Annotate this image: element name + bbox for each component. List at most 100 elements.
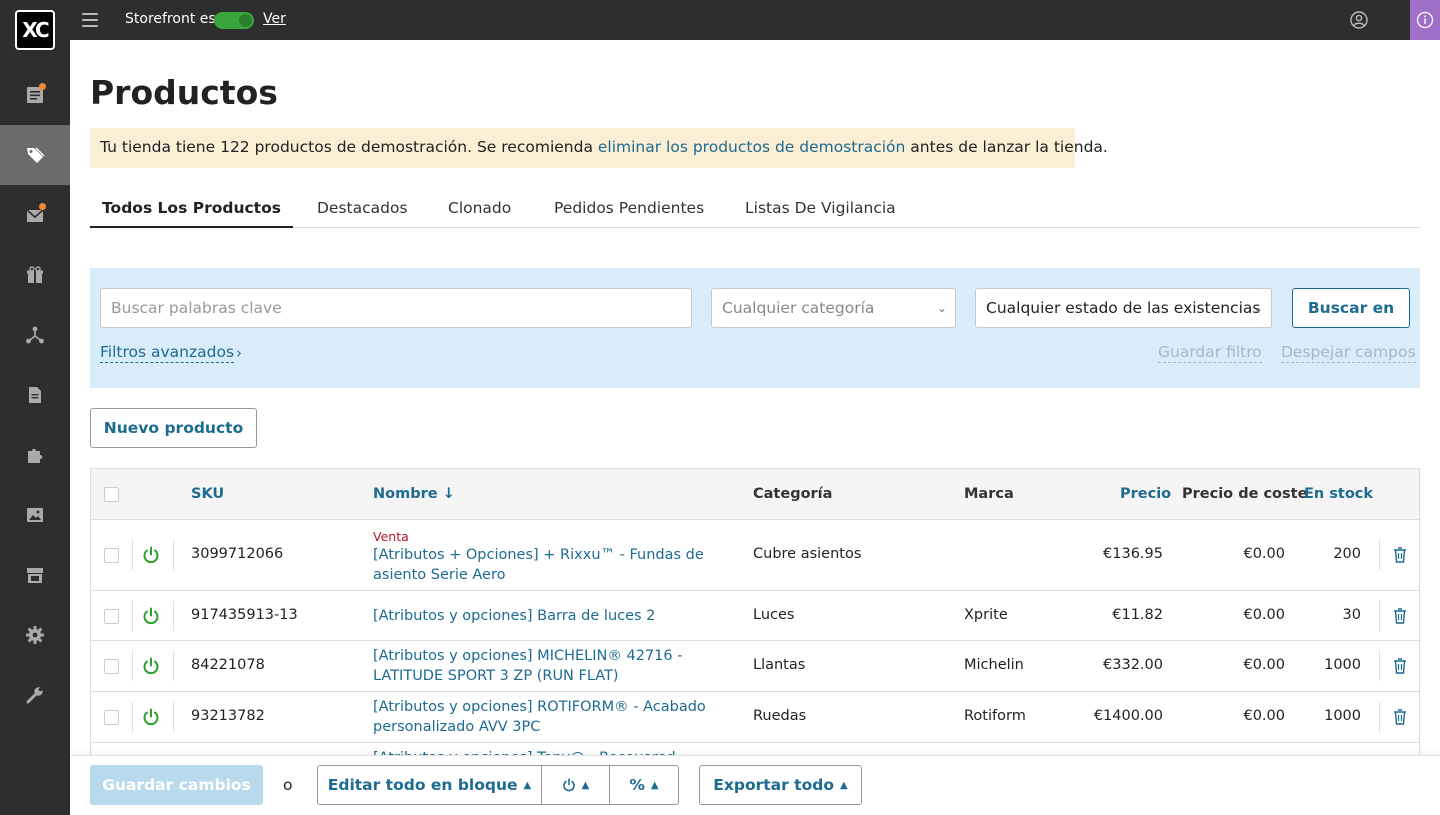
trash-icon[interactable] bbox=[1393, 658, 1407, 674]
column-stock[interactable]: En stock bbox=[1304, 486, 1373, 502]
power-toggle-icon[interactable] bbox=[142, 546, 160, 564]
row-checkbox[interactable] bbox=[104, 659, 119, 674]
wrench-icon bbox=[26, 687, 43, 704]
new-product-button[interactable]: Nuevo producto bbox=[90, 408, 257, 448]
tab-watchlists[interactable]: Listas De Vigilancia bbox=[745, 192, 896, 228]
row-cost-price[interactable]: €0.00 bbox=[1243, 657, 1285, 673]
export-all-button[interactable]: Exportar todo ▲ bbox=[699, 765, 862, 805]
keywords-search-input[interactable] bbox=[100, 288, 692, 328]
row-cost-price[interactable]: €0.00 bbox=[1243, 708, 1285, 724]
sidebar-item-messages[interactable] bbox=[0, 185, 70, 245]
sort-arrow-icon: ↓ bbox=[442, 486, 455, 502]
tag-icon bbox=[27, 147, 45, 163]
row-price[interactable]: €136.95 bbox=[1103, 546, 1163, 562]
top-bar: Storefront es Ver bbox=[0, 0, 1440, 40]
storefront-label: Storefront es bbox=[125, 11, 216, 27]
caret-up-icon: ▲ bbox=[523, 779, 532, 791]
category-select-value: Cualquier categoría bbox=[722, 299, 875, 317]
row-stock[interactable]: 200 bbox=[1333, 546, 1361, 562]
table-row: 917435913-13 [Atributos y opciones] Barr… bbox=[91, 591, 1419, 641]
sale-badge: Venta bbox=[373, 529, 409, 544]
row-product-name-link[interactable]: [Atributos y opciones] ROTIFORM® - Acaba… bbox=[373, 697, 723, 737]
row-checkbox[interactable] bbox=[104, 609, 119, 624]
xcart-logo[interactable]: XC bbox=[15, 10, 55, 50]
trash-icon[interactable] bbox=[1393, 547, 1407, 563]
bulk-actions-group: Editar todo en bloque ▲ ▲ % ▲ bbox=[317, 765, 679, 805]
column-brand: Marca bbox=[964, 486, 1014, 502]
row-price[interactable]: €11.82 bbox=[1112, 607, 1163, 623]
trash-icon[interactable] bbox=[1393, 709, 1407, 725]
column-sku[interactable]: SKU bbox=[191, 486, 224, 502]
trash-icon[interactable] bbox=[1393, 608, 1407, 624]
bulk-edit-label: Editar todo en bloque bbox=[327, 776, 518, 794]
sidebar-item-media[interactable] bbox=[0, 485, 70, 545]
category-select[interactable]: Cualquier categoría ⌄ bbox=[711, 288, 956, 328]
gift-icon bbox=[27, 266, 43, 283]
sidebar-item-integrations[interactable] bbox=[0, 305, 70, 365]
view-storefront-link[interactable]: Ver bbox=[263, 11, 286, 27]
storefront-toggle[interactable] bbox=[214, 12, 254, 29]
chevron-right-icon[interactable]: › bbox=[236, 344, 242, 362]
sidebar-item-content[interactable] bbox=[0, 365, 70, 425]
export-all-label: Exportar todo bbox=[713, 776, 834, 794]
row-divider bbox=[132, 702, 133, 732]
row-cost-price[interactable]: €0.00 bbox=[1243, 546, 1285, 562]
info-button[interactable] bbox=[1410, 0, 1440, 40]
logo-text: XC bbox=[22, 18, 49, 42]
sidebar-item-store[interactable] bbox=[0, 545, 70, 605]
row-product-name-link[interactable]: [Atributos + Opciones] + Rixxu™ - Fundas… bbox=[373, 545, 723, 585]
row-checkbox[interactable] bbox=[104, 548, 119, 563]
bulk-edit-button[interactable]: Editar todo en bloque ▲ bbox=[318, 766, 541, 804]
column-name[interactable]: Nombre ↓ bbox=[373, 486, 455, 502]
column-name-label: Nombre bbox=[373, 486, 438, 502]
tab-all-products[interactable]: Todos Los Productos bbox=[90, 192, 293, 228]
sidebar-item-settings[interactable] bbox=[0, 605, 70, 665]
sidebar-item-orders[interactable] bbox=[0, 65, 70, 125]
demo-products-notice: Tu tienda tiene 122 productos de demostr… bbox=[90, 128, 1108, 168]
row-price[interactable]: €1400.00 bbox=[1094, 708, 1163, 724]
stock-status-select[interactable]: Cualquier estado de las existencias ⌄ bbox=[975, 288, 1272, 328]
or-label: o bbox=[283, 776, 293, 794]
sidebar-item-promotions[interactable] bbox=[0, 245, 70, 305]
row-product-name-link[interactable]: [Atributos y opciones] Barra de luces 2 bbox=[373, 606, 723, 626]
bulk-discount-button[interactable]: % ▲ bbox=[610, 766, 678, 804]
tab-cloned[interactable]: Clonado bbox=[448, 192, 511, 228]
column-price[interactable]: Precio bbox=[1120, 486, 1171, 502]
tab-backorders[interactable]: Pedidos Pendientes bbox=[554, 192, 704, 228]
row-stock[interactable]: 30 bbox=[1343, 607, 1361, 623]
hamburger-menu-icon[interactable] bbox=[82, 12, 98, 28]
row-sku: 93213782 bbox=[191, 708, 265, 724]
sidebar-item-system-tools[interactable] bbox=[0, 665, 70, 725]
remove-demo-products-link[interactable]: eliminar los productos de demostración bbox=[598, 138, 906, 156]
row-category: Cubre asientos bbox=[753, 546, 862, 562]
row-stock[interactable]: 1000 bbox=[1324, 708, 1361, 724]
sidebar-item-products[interactable] bbox=[0, 125, 70, 185]
table-header: SKU Nombre ↓ Categoría Marca Precio Prec… bbox=[91, 469, 1419, 520]
row-divider bbox=[132, 601, 133, 631]
row-product-name-link[interactable]: [Atributos y opciones] MICHELIN® 42716 -… bbox=[373, 646, 723, 686]
power-toggle-icon[interactable] bbox=[142, 708, 160, 726]
row-category: Ruedas bbox=[753, 708, 807, 724]
row-sku: 84221078 bbox=[191, 657, 265, 673]
save-filter-link[interactable]: Guardar filtro bbox=[1158, 343, 1262, 363]
select-all-checkbox[interactable] bbox=[104, 487, 119, 502]
tab-featured[interactable]: Destacados bbox=[317, 192, 408, 228]
sidebar-item-addons[interactable] bbox=[0, 425, 70, 485]
bulk-enable-disable-button[interactable]: ▲ bbox=[542, 766, 609, 804]
notice-text-before: Tu tienda tiene 122 productos de demostr… bbox=[100, 138, 598, 156]
advanced-filters-link[interactable]: Filtros avanzados bbox=[100, 343, 235, 363]
search-button[interactable]: Buscar en bbox=[1292, 288, 1410, 328]
row-price[interactable]: €332.00 bbox=[1103, 657, 1163, 673]
row-stock[interactable]: 1000 bbox=[1324, 657, 1361, 673]
power-toggle-icon[interactable] bbox=[142, 607, 160, 625]
save-changes-button[interactable]: Guardar cambios bbox=[90, 765, 263, 805]
orders-badge bbox=[39, 83, 46, 90]
row-checkbox[interactable] bbox=[104, 710, 119, 725]
user-account-icon[interactable] bbox=[1350, 11, 1368, 29]
search-panel bbox=[90, 268, 1420, 388]
row-cost-price[interactable]: €0.00 bbox=[1243, 607, 1285, 623]
clear-fields-link[interactable]: Despejar campos bbox=[1281, 343, 1416, 363]
power-toggle-icon[interactable] bbox=[142, 657, 160, 675]
row-divider bbox=[1379, 702, 1380, 732]
row-sku: 917435913-13 bbox=[191, 607, 298, 623]
